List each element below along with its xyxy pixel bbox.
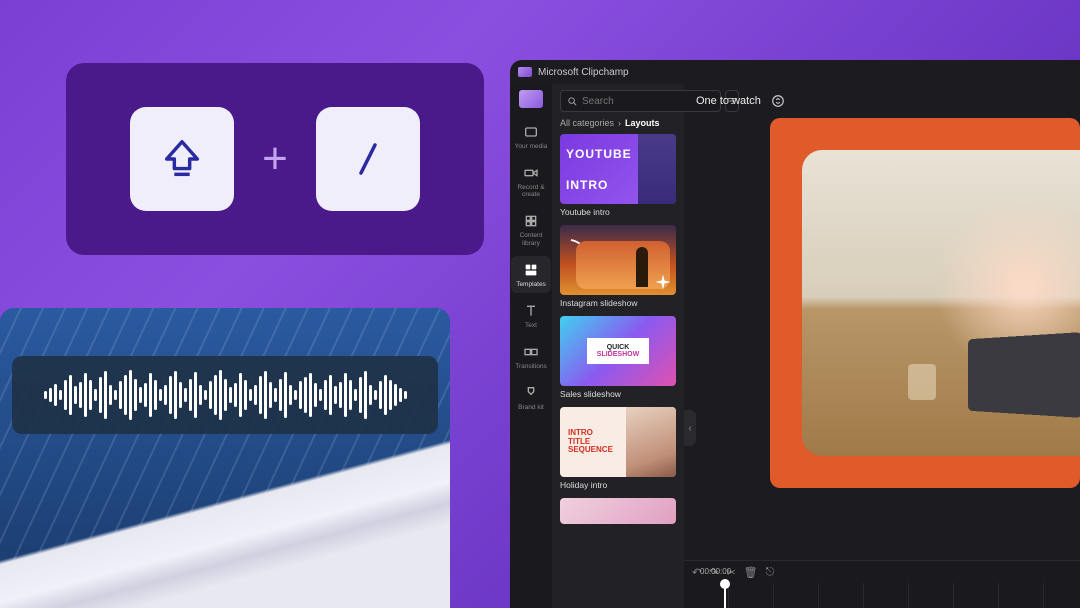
sidebar-item-label: Transitions — [515, 363, 547, 370]
split-icon[interactable]: ⎋ — [766, 566, 775, 579]
sidebar-item-your-media[interactable]: Your media — [511, 118, 551, 155]
sidebar-item-label: Record & create — [511, 184, 551, 198]
time-label: 00:00:00 — [700, 567, 731, 576]
playhead[interactable] — [724, 583, 726, 608]
sidebar: Your media Record & create Content libra… — [510, 84, 552, 608]
shift-key — [130, 107, 234, 211]
transitions-icon — [522, 343, 540, 361]
waveform — [30, 370, 421, 420]
sidebar-item-label: Your media — [515, 143, 548, 150]
template-thumb: QUICK SLIDESHOW — [560, 316, 676, 386]
panel-collapse-handle[interactable]: ‹ — [684, 410, 696, 446]
template-thumb — [560, 498, 676, 524]
audio-waveform-bar[interactable] — [12, 356, 438, 434]
thumb-label: INTRO — [566, 178, 632, 192]
thumb-label: QUICK — [597, 344, 639, 351]
template-partial[interactable] — [560, 498, 676, 524]
audio-preview-card — [0, 308, 450, 608]
template-youtube-intro[interactable]: YOUTUBE INTRO Youtube intro — [560, 134, 676, 223]
brand-kit-icon — [522, 384, 540, 402]
template-thumb: INTRO TITLE SEQUENCE — [560, 407, 676, 477]
clipchamp-window: Microsoft Clipchamp Your media Record & … — [510, 60, 1080, 608]
template-title: Holiday intro — [560, 480, 676, 490]
slash-key — [316, 107, 420, 211]
thumb-label: SEQUENCE — [568, 446, 618, 455]
breadcrumb-sep: › — [618, 118, 621, 128]
video-content — [802, 150, 1080, 456]
timeline-toolbar: ↶ ↷ ✂ 🗑 ⎋ — [684, 561, 1080, 583]
library-icon — [522, 212, 540, 230]
mountain-background — [0, 308, 450, 608]
thumb-label: SLIDESHOW — [597, 351, 639, 358]
sidebar-item-brand-kit[interactable]: Brand kit — [511, 379, 551, 416]
template-title: Youtube intro — [560, 207, 676, 217]
video-preview-frame[interactable] — [770, 118, 1080, 488]
templates-panel: All categories › Layouts YOUTUBE INTRO Y… — [552, 84, 684, 608]
templates-icon — [522, 261, 540, 279]
thumb-label: YOUTUBE — [566, 147, 632, 161]
clipchamp-logo[interactable] — [519, 90, 543, 108]
text-icon — [522, 302, 540, 320]
template-title: Instagram slideshow — [560, 298, 676, 308]
media-icon — [522, 123, 540, 141]
sidebar-item-transitions[interactable]: Transitions — [511, 338, 551, 375]
timeline-track[interactable]: 00:00:00 — [684, 583, 1080, 608]
sidebar-item-content-library[interactable]: Content library — [511, 207, 551, 251]
preview-area: One to watch ↶ ↷ ✂ 🗑 ⎋ — [684, 84, 1080, 608]
window-title: Microsoft Clipchamp — [538, 67, 629, 78]
sidebar-item-label: Content library — [511, 232, 551, 246]
chevron-left-icon: ‹ — [688, 423, 691, 434]
template-holiday-intro[interactable]: INTRO TITLE SEQUENCE Holiday intro — [560, 407, 676, 496]
project-title[interactable]: One to watch — [696, 95, 761, 107]
template-sales-slideshow[interactable]: QUICK SLIDESHOW Sales slideshow — [560, 316, 676, 405]
template-thumb: YOUTUBE INTRO — [560, 134, 676, 204]
shortcut-card: + — [66, 63, 484, 255]
breadcrumb-root[interactable]: All categories — [560, 118, 614, 128]
timeline[interactable]: ↶ ↷ ✂ 🗑 ⎋ 00:00:00 — [684, 560, 1080, 608]
plus-sign: + — [262, 134, 288, 184]
titlebar: Microsoft Clipchamp — [510, 60, 1080, 84]
sidebar-item-record[interactable]: Record & create — [511, 159, 551, 203]
sidebar-item-label: Text — [525, 322, 537, 329]
sidebar-item-templates[interactable]: Templates — [511, 256, 551, 293]
record-icon — [522, 164, 540, 182]
app-icon — [518, 67, 532, 77]
search-icon — [567, 96, 578, 107]
template-list: YOUTUBE INTRO Youtube intro Instagram — [560, 134, 676, 602]
sidebar-item-label: Brand kit — [518, 404, 544, 411]
breadcrumb-current: Layouts — [625, 118, 660, 128]
template-thumb — [560, 225, 676, 295]
template-title: Sales slideshow — [560, 389, 676, 399]
breadcrumb: All categories › Layouts — [560, 118, 676, 128]
delete-icon[interactable]: 🗑 — [744, 566, 758, 579]
sidebar-item-text[interactable]: Text — [511, 297, 551, 334]
sidebar-item-label: Templates — [516, 281, 546, 288]
template-instagram-slideshow[interactable]: Instagram slideshow — [560, 225, 676, 314]
share-icon[interactable] — [771, 94, 785, 108]
